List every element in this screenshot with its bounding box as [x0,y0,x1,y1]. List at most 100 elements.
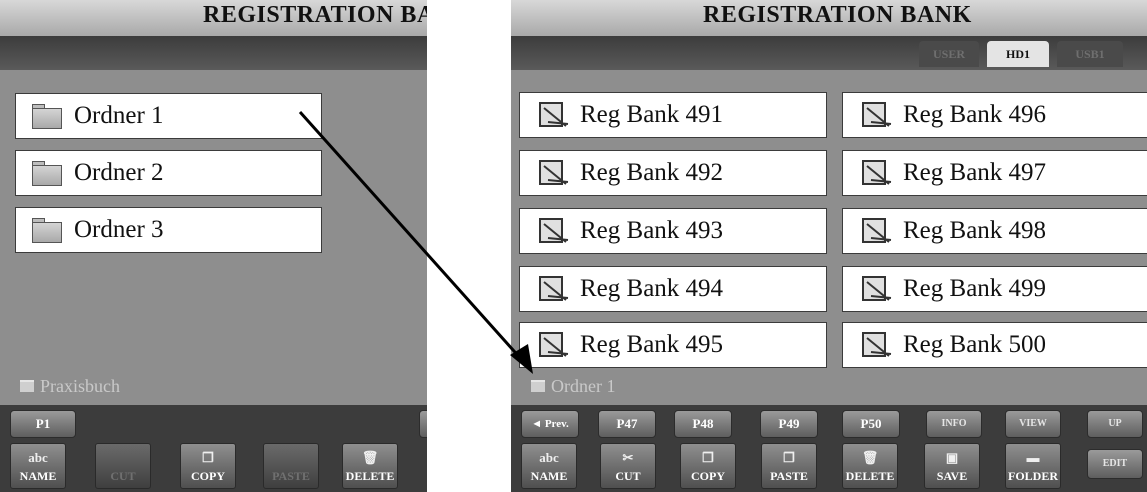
name-button[interactable]: abc NAME [521,443,577,489]
bank-label: Reg Bank 498 [903,217,1047,244]
registration-file-icon [539,276,569,301]
delete-button[interactable]: 🗑 DELETE [342,443,398,489]
registration-file-icon [862,332,892,357]
copy-button[interactable]: ❐ COPY [180,443,236,489]
screen-title: REGISTRATION BA [203,2,427,28]
scissors-icon: ✂ [622,450,634,465]
current-path: Ordner 1 [511,370,1147,402]
bank-label: Reg Bank 494 [580,275,724,302]
copy-icon: ❐ [202,450,214,465]
folder-icon [32,161,62,186]
bank-label: Reg Bank 491 [580,101,724,128]
registration-file-icon [539,160,569,185]
bank-file-496[interactable]: Reg Bank 496 [842,92,1147,138]
page-p50-button[interactable]: P50 [842,410,900,438]
registration-file-icon [862,276,892,301]
folder-icon [32,104,62,129]
folder-icon: ▬ [1026,450,1040,465]
prev-page-button[interactable]: ◄ Prev. [521,410,579,438]
page-p47-button[interactable]: P47 [598,410,656,438]
trash-icon: 🗑 [361,450,379,465]
registration-file-icon [539,218,569,243]
bank-label: Reg Bank 495 [580,331,724,358]
trash-icon: 🗑 [861,450,879,465]
paste-button-label: PASTE [770,469,808,483]
folder-abc-icon: abc [539,450,559,465]
bank-file-494[interactable]: Reg Bank 494 [519,266,827,312]
path-label: Praxisbuch [40,375,120,396]
disk-icon: ▣ [945,450,959,465]
scissors-icon [96,450,150,466]
name-button[interactable]: abc NAME [10,443,66,489]
bank-file-499[interactable]: Reg Bank 499 [842,266,1147,312]
title-bar: REGISTRATION BA [0,0,427,36]
paste-icon: ❐ [783,450,795,465]
bank-label: Reg Bank 500 [903,331,1047,358]
folder-icon [531,380,545,392]
bank-file-498[interactable]: Reg Bank 498 [842,208,1147,254]
cut-button-label: CUT [110,469,136,483]
save-button[interactable]: ▣ SAVE [924,443,980,489]
delete-button-label: DELETE [345,469,395,483]
folder-button-label: FOLDER [1007,469,1058,483]
edit-button[interactable]: EDIT [1087,449,1143,479]
folder-ordner-3[interactable]: Ordner 3 [15,207,322,253]
bank-file-497[interactable]: Reg Bank 497 [842,150,1147,196]
registration-file-icon [862,102,892,127]
folder-label: Ordner 1 [74,102,164,129]
path-label: Ordner 1 [551,375,616,396]
view-button[interactable]: VIEW [1005,410,1061,438]
delete-button-label: DELETE [845,469,895,483]
bank-label: Reg Bank 492 [580,159,724,186]
tab-user[interactable]: USER [919,41,979,67]
button-bar: P1 abc NAME CUT ❐ COPY PASTE 🗑 DELETE [0,405,427,492]
registration-file-icon [539,332,569,357]
tab-bar: USER HD1 USB1 [511,36,1147,70]
tab-bar [0,36,427,70]
folder-ordner-1[interactable]: Ordner 1 [15,93,322,139]
cut-button[interactable]: CUT [95,443,151,489]
info-button[interactable]: INFO [926,410,982,438]
cut-button[interactable]: ✂ CUT [600,443,656,489]
paste-button[interactable]: PASTE [263,443,319,489]
folder-label: Ordner 3 [74,216,164,243]
paste-icon [264,450,318,466]
left-screen: REGISTRATION BA Ordner 1 Ordner 2 Ordner… [0,0,427,492]
screen-title: REGISTRATION BANK [703,2,972,28]
bank-file-492[interactable]: Reg Bank 492 [519,150,827,196]
bank-label: Reg Bank 493 [580,217,724,244]
registration-file-icon [862,160,892,185]
folder-ordner-2[interactable]: Ordner 2 [15,150,322,196]
tab-usb1[interactable]: USB1 [1057,41,1123,67]
name-button-label: NAME [19,469,57,483]
bank-file-491[interactable]: Reg Bank 491 [519,92,827,138]
up-button[interactable]: UP [1087,410,1143,438]
bank-file-495[interactable]: Reg Bank 495 [519,322,827,368]
folder-icon [20,380,34,392]
folder-abc-icon: abc [28,450,48,465]
paste-button[interactable]: ❐ PASTE [761,443,817,489]
registration-file-icon [539,102,569,127]
folder-label: Ordner 2 [74,159,164,186]
name-button-label: NAME [530,469,568,483]
page-button-partial[interactable] [419,410,427,438]
right-screen: REGISTRATION BANK USER HD1 USB1 Reg Bank… [511,0,1147,492]
registration-file-icon [862,218,892,243]
page-p1-button[interactable]: P1 [10,410,76,438]
title-bar: REGISTRATION BANK [511,0,1147,36]
copy-button[interactable]: ❐ COPY [680,443,736,489]
bank-file-493[interactable]: Reg Bank 493 [519,208,827,254]
copy-icon: ❐ [702,450,714,465]
page-p48-button[interactable]: P48 [674,410,732,438]
page-p49-button[interactable]: P49 [760,410,818,438]
cut-button-label: CUT [615,469,641,483]
tab-hd1[interactable]: HD1 [987,41,1049,67]
paste-button-label: PASTE [272,469,310,483]
delete-button[interactable]: 🗑 DELETE [842,443,898,489]
bank-file-500[interactable]: Reg Bank 500 [842,322,1147,368]
current-path: Praxisbuch [0,370,427,402]
save-button-label: SAVE [936,469,968,483]
copy-button-label: COPY [691,469,725,483]
folder-icon [32,218,62,243]
folder-button[interactable]: ▬ FOLDER [1005,443,1061,489]
